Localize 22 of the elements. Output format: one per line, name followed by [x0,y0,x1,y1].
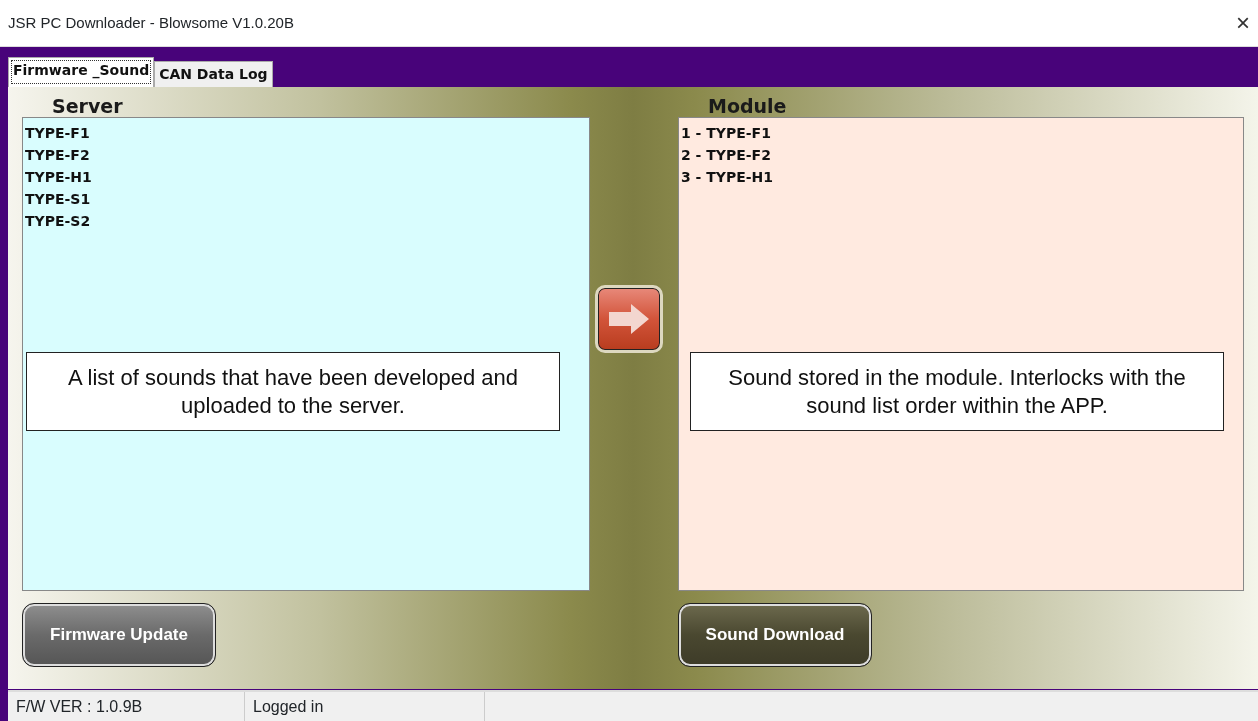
list-item[interactable]: TYPE-F2 [25,144,587,166]
status-text: F/W VER : 1.0.9B [16,698,143,715]
list-item[interactable]: 1 - TYPE-F1 [681,122,1241,144]
annotation-callout: A list of sounds that have been developed and uploaded to the server. [26,352,560,431]
list-item[interactable]: TYPE-S1 [25,188,587,210]
module-label: Module [708,95,787,117]
list-item[interactable]: 3 - TYPE-H1 [681,166,1241,188]
server-label: Server [52,95,123,117]
sound-download-button[interactable]: Sound Download [678,603,872,667]
list-item[interactable]: TYPE-S2 [25,210,587,232]
tab[interactable]: CAN Data Log [154,61,273,87]
list-item[interactable]: TYPE-F1 [25,122,587,144]
tab[interactable]: Firmware _Sound [8,57,155,87]
window-title: JSR PC Downloader - Blowsome V1.0.20B [8,12,294,33]
annotation-callout: Sound stored in the module. Interlocks with the sound list order within the APP. [690,352,1224,431]
close-button[interactable]: × [1236,5,1250,41]
list-item[interactable]: 2 - TYPE-F2 [681,144,1241,166]
status-text: Logged in [253,698,324,715]
transfer-button[interactable] [595,285,663,353]
firmware-update-button[interactable]: Firmware Update [22,603,216,667]
arrow-right-icon [607,302,651,336]
list-item[interactable]: TYPE-H1 [25,166,587,188]
